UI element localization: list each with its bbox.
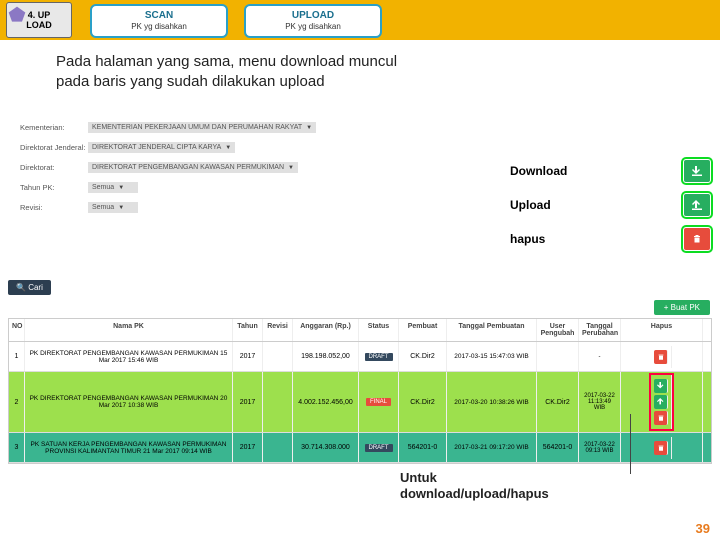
legend-upload-label: Upload [510, 198, 551, 212]
upload-icon [684, 194, 710, 216]
filter-form: Kementerian:KEMENTERIAN PEKERJAAN UMUM D… [20, 122, 410, 222]
row-delete-button[interactable] [654, 441, 668, 455]
row-upload-button[interactable] [654, 395, 668, 409]
tahun-select[interactable]: Semua [88, 182, 138, 193]
table-row: 2 PK DIREKTORAT PENGEMBANGAN KAWASAN PER… [9, 372, 711, 433]
description-text: Pada halaman yang sama, menu download mu… [56, 52, 397, 92]
pill-upload: UPLOAD PK yg disahkan [244, 4, 382, 38]
legend-download-label: Download [510, 164, 567, 178]
table-row: 1 PK DIREKTORAT PENGEMBANGAN KAWASAN PER… [9, 342, 711, 372]
pk-table: NO Nama PK Tahun Revisi Anggaran (Rp.) S… [8, 318, 712, 464]
row-download-button[interactable] [654, 379, 668, 393]
download-icon [684, 160, 710, 182]
table-row: 3 PK SATUAN KERJA PENGEMBANGAN KAWASAN P… [9, 433, 711, 463]
footer-note: Untuk download/upload/hapus [400, 470, 549, 502]
kementerian-select[interactable]: KEMENTERIAN PEKERJAAN UMUM DAN PERUMAHAN… [88, 122, 316, 133]
table-header: NO Nama PK Tahun Revisi Anggaran (Rp.) S… [9, 319, 711, 342]
legend: Download Upload hapus [510, 160, 710, 262]
step-box: 4. UP LOAD [6, 2, 72, 38]
arrow-line [630, 414, 631, 474]
step-name: LOAD [26, 20, 52, 30]
trash-icon [684, 228, 710, 250]
direktorat-select[interactable]: DIREKTORAT PENGEMBANGAN KAWASAN PERMUKIM… [88, 162, 298, 173]
row-delete-button[interactable] [654, 350, 668, 364]
legend-hapus-label: hapus [510, 232, 545, 246]
step-num: 4. UP [28, 10, 51, 20]
search-button[interactable]: 🔍 Cari [8, 280, 51, 295]
step-badge-icon [7, 5, 27, 27]
ditjen-select[interactable]: DIREKTORAT JENDERAL CIPTA KARYA [88, 142, 235, 153]
row-delete-button[interactable] [654, 411, 668, 425]
revisi-select[interactable]: Semua [88, 202, 138, 213]
pill-scan: SCAN PK yg disahkan [90, 4, 228, 38]
page-number: 39 [696, 521, 710, 536]
create-pk-button[interactable]: + Buat PK [654, 300, 710, 315]
